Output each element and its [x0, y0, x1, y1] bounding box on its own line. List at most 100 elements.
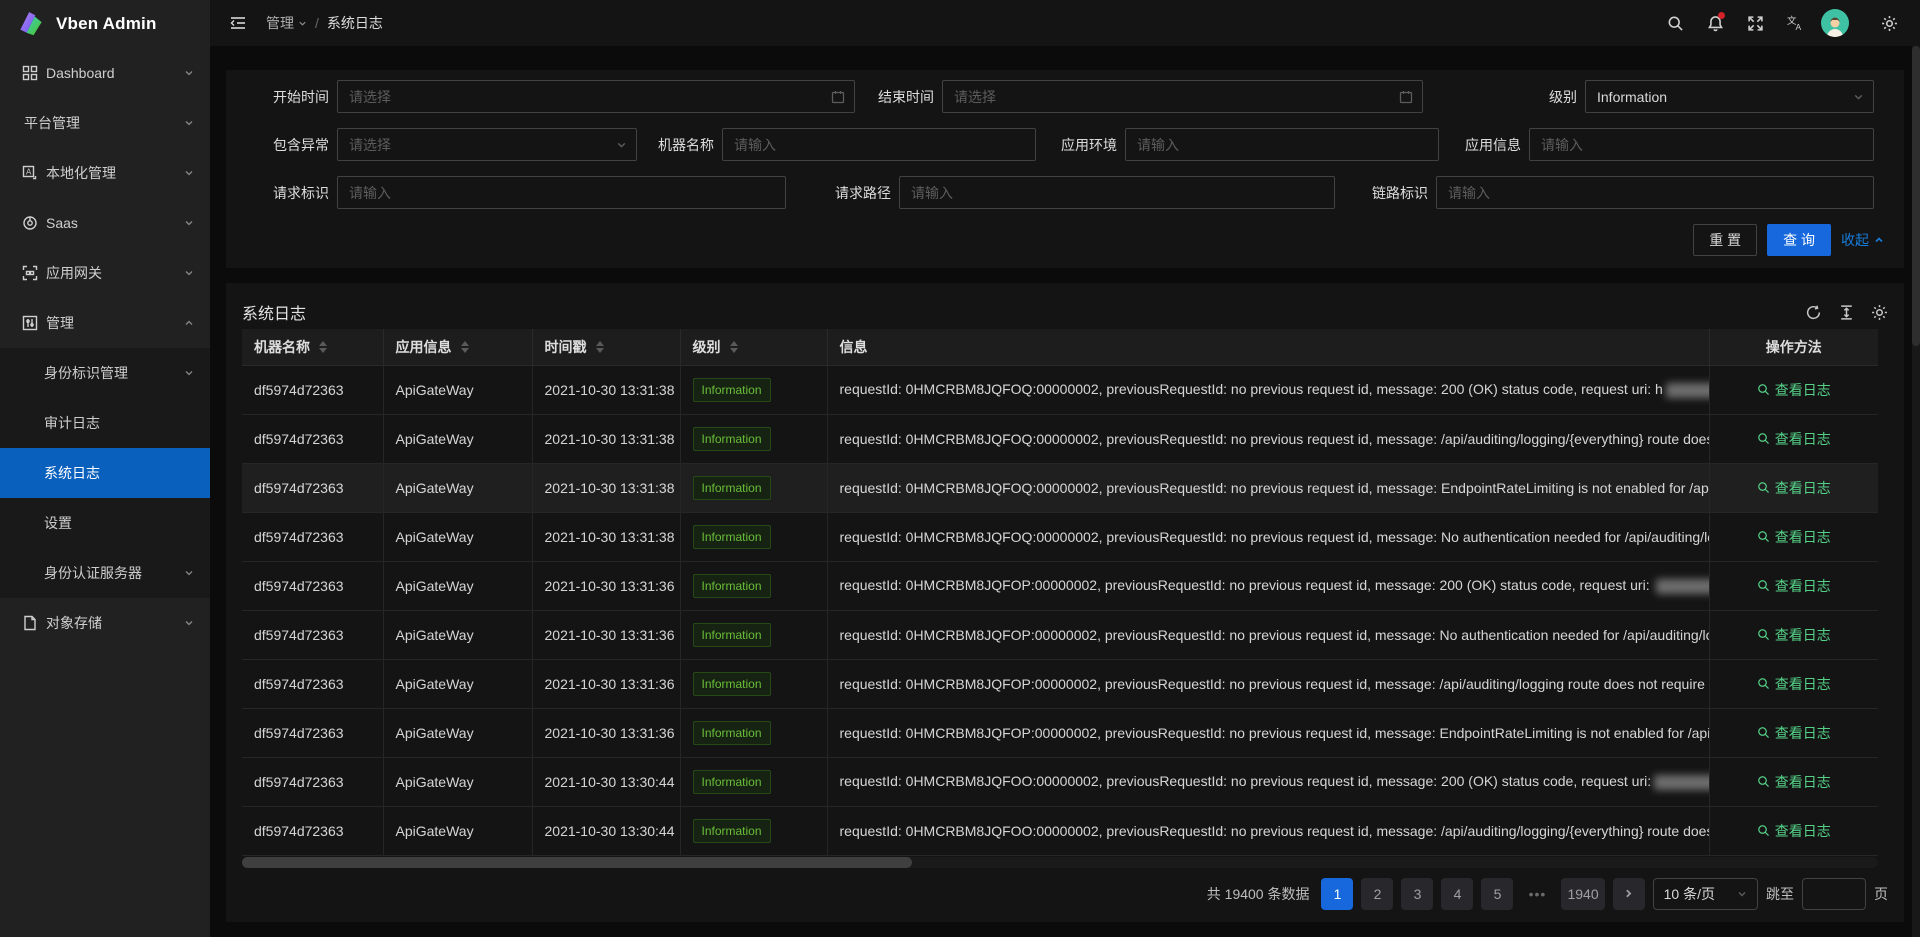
app-info-input[interactable]: [1530, 129, 1873, 160]
page-ellipsis[interactable]: •••: [1521, 878, 1553, 910]
column-header-level[interactable]: 级别: [680, 329, 827, 365]
view-log-link[interactable]: 查看日志: [1757, 478, 1831, 498]
horizontal-scrollbar[interactable]: [242, 857, 1878, 868]
column-height-icon[interactable]: [1838, 304, 1855, 321]
cell-message: requestId: 0HMCRBM8JQFOQ:00000002, previ…: [827, 365, 1709, 414]
top-header: 管理 / 系统日志 文A: [210, 0, 1920, 46]
avatar[interactable]: [1818, 6, 1852, 40]
vertical-scrollbar[interactable]: [1912, 46, 1920, 937]
magnifier-icon: [1757, 824, 1770, 837]
start-time-input[interactable]: [338, 81, 854, 112]
cell-level: Information: [680, 463, 827, 512]
cell-timestamp: 2021-10-30 13:31:38: [532, 463, 680, 512]
column-header-app[interactable]: 应用信息: [383, 329, 532, 365]
view-log-link[interactable]: 查看日志: [1757, 527, 1831, 547]
cell-message: requestId: 0HMCRBM8JQFOQ:00000002, previ…: [827, 463, 1709, 512]
page-button-4[interactable]: 4: [1441, 878, 1473, 910]
view-log-link[interactable]: 查看日志: [1757, 723, 1831, 743]
page-button-last[interactable]: 1940: [1561, 878, 1604, 910]
jump-page-input[interactable]: [1802, 878, 1866, 910]
page-button-2[interactable]: 2: [1361, 878, 1393, 910]
page-button-5[interactable]: 5: [1481, 878, 1513, 910]
horizontal-scrollbar-thumb[interactable]: [242, 857, 912, 868]
vertical-scrollbar-thumb[interactable]: [1912, 46, 1920, 346]
sidebar-item-label: 管理: [46, 313, 184, 333]
fullscreen-icon[interactable]: [1738, 6, 1772, 40]
sidebar-item-localization[interactable]: A 本地化管理: [0, 148, 210, 198]
filter-app-env: 应用环境: [1009, 128, 1439, 161]
translate-icon[interactable]: 文A: [1778, 6, 1812, 40]
end-time-input[interactable]: [943, 81, 1422, 112]
sidebar-item-auth-server[interactable]: 身份认证服务器: [0, 548, 210, 598]
request-id-input[interactable]: [338, 177, 785, 208]
cell-message: requestId: 0HMCRBM8JQFOO:00000002, previ…: [827, 806, 1709, 855]
main-area: 管理 / 系统日志 文A: [210, 0, 1920, 937]
cell-message: requestId: 0HMCRBM8JQFOQ:00000002, previ…: [827, 414, 1709, 463]
exception-select[interactable]: 请选择: [337, 128, 637, 161]
sidebar-item-label: 对象存储: [46, 613, 184, 633]
gear-icon[interactable]: [1872, 6, 1906, 40]
app-env-input[interactable]: [1126, 129, 1438, 160]
sort-icon: [319, 341, 327, 353]
sidebar-item-saas[interactable]: Saas: [0, 198, 210, 248]
machine-name-input[interactable]: [723, 129, 1035, 160]
cell-timestamp: 2021-10-30 13:31:38: [532, 512, 680, 561]
query-button[interactable]: 查 询: [1767, 224, 1831, 256]
sidebar-submenu-manage: 身份标识管理 审计日志 系统日志 设置 身份认证服务器: [0, 348, 210, 598]
refresh-icon[interactable]: [1805, 304, 1822, 321]
view-log-link[interactable]: 查看日志: [1757, 674, 1831, 694]
column-header-timestamp[interactable]: 时间戳: [532, 329, 680, 365]
menu-fold-icon[interactable]: [224, 9, 252, 37]
sidebar-item-system-log[interactable]: 系统日志: [0, 448, 210, 498]
table-panel: 系统日志: [226, 283, 1904, 922]
view-log-link[interactable]: 查看日志: [1757, 576, 1831, 596]
column-header-machine[interactable]: 机器名称: [242, 329, 383, 365]
sidebar-item-gateway[interactable]: 应用网关: [0, 248, 210, 298]
table-settings-gear-icon[interactable]: [1871, 304, 1888, 321]
page-button-1[interactable]: 1: [1321, 878, 1353, 910]
table-row: df5974d72363 ApiGateWay 2021-10-30 13:31…: [242, 414, 1878, 463]
reset-button[interactable]: 重 置: [1693, 224, 1757, 256]
sidebar-item-audit-log[interactable]: 审计日志: [0, 398, 210, 448]
sidebar-item-identity-management[interactable]: 身份标识管理: [0, 348, 210, 398]
cell-level: Information: [680, 757, 827, 806]
field-label: 应用信息: [1413, 135, 1521, 155]
field-label: 包含异常: [236, 135, 329, 155]
table-row: df5974d72363 ApiGateWay 2021-10-30 13:31…: [242, 708, 1878, 757]
magnifier-icon: [1757, 677, 1770, 690]
sidebar-item-platform[interactable]: 平台管理: [0, 98, 210, 148]
page-size-select[interactable]: 10 条/页: [1653, 878, 1758, 910]
breadcrumb-section[interactable]: 管理: [266, 13, 307, 33]
sidebar: Vben Admin Dashboard 平台管理 A 本地化管理: [0, 0, 210, 937]
level-select-value: Information: [1586, 89, 1667, 105]
logo-icon: [16, 9, 46, 39]
sidebar-item-label: 应用网关: [46, 263, 184, 283]
search-icon[interactable]: [1658, 6, 1692, 40]
jump-suffix-label: 页: [1874, 884, 1888, 904]
cell-app-info: ApiGateWay: [383, 463, 532, 512]
sidebar-item-settings[interactable]: 设置: [0, 498, 210, 548]
cell-timestamp: 2021-10-30 13:31:36: [532, 561, 680, 610]
level-badge: Information: [693, 672, 771, 696]
view-log-link[interactable]: 查看日志: [1757, 821, 1831, 841]
next-page-button[interactable]: [1613, 878, 1645, 910]
dashboard-icon: [22, 65, 38, 81]
view-log-link[interactable]: 查看日志: [1757, 429, 1831, 449]
sidebar-item-dashboard[interactable]: Dashboard: [0, 48, 210, 98]
chevron-up-icon: [1874, 235, 1884, 245]
sidebar-item-manage[interactable]: 管理: [0, 298, 210, 348]
filter-app-info: 应用信息: [1413, 128, 1874, 161]
page-button-3[interactable]: 3: [1401, 878, 1433, 910]
level-select[interactable]: Information: [1585, 80, 1874, 113]
view-log-link[interactable]: 查看日志: [1757, 380, 1831, 400]
bell-icon[interactable]: [1698, 6, 1732, 40]
cell-app-info: ApiGateWay: [383, 610, 532, 659]
collapse-link[interactable]: 收起: [1841, 230, 1884, 250]
app-logo[interactable]: Vben Admin: [0, 0, 210, 48]
field-label: 级别: [1477, 87, 1577, 107]
sidebar-item-object-storage[interactable]: 对象存储: [0, 598, 210, 648]
view-log-link[interactable]: 查看日志: [1757, 625, 1831, 645]
request-path-input[interactable]: [900, 177, 1334, 208]
trace-id-input[interactable]: [1437, 177, 1873, 208]
view-log-link[interactable]: 查看日志: [1757, 772, 1831, 792]
